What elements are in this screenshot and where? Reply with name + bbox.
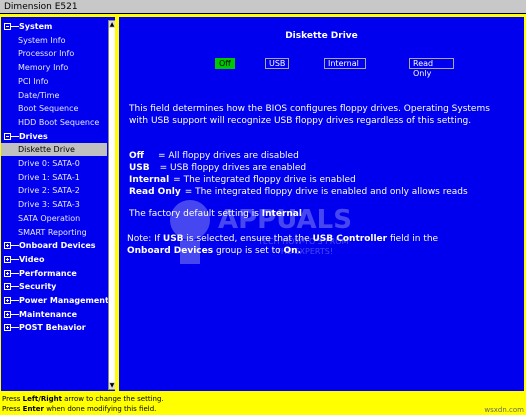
expand-plus-icon[interactable]	[4, 255, 11, 263]
window-titlebar: Dimension E521	[0, 0, 526, 14]
tree-label: Drives	[19, 131, 48, 141]
tree-category-performance[interactable]: Performance	[1, 267, 107, 280]
tree-label: Performance	[19, 268, 77, 278]
tree-label: Security	[19, 282, 57, 292]
expand-plus-icon[interactable]	[4, 310, 11, 318]
tree-category-post-behavior[interactable]: POST Behavior	[1, 321, 107, 334]
tree-label: HDD Boot Sequence	[18, 117, 100, 127]
window-title: Dimension E521	[4, 2, 78, 12]
default-setting-line: The factory default setting is Internal	[129, 209, 302, 219]
collapse-minus-icon[interactable]	[4, 23, 11, 30]
tree-item-sata-operation[interactable]: SATA Operation	[1, 212, 107, 225]
expand-plus-icon[interactable]	[4, 324, 11, 332]
expand-plus-icon[interactable]	[4, 297, 11, 304]
tree-label: Boot Sequence	[18, 104, 79, 114]
tree-label: Processor Info	[18, 49, 75, 59]
tree-label: SATA Operation	[18, 213, 81, 223]
tree-connector-line	[11, 327, 19, 329]
setting-description: This field determines how the BIOS confi…	[129, 104, 490, 126]
setup-tree-panel: POST Behavior Maintenance Power Management…	[1, 17, 115, 391]
tree-category-video[interactable]: Video	[1, 253, 107, 266]
site-watermark: wsxdn.com	[484, 406, 524, 414]
tree-label: Memory Info	[18, 63, 69, 73]
tree-label: Onboard Devices	[19, 241, 96, 251]
setting-detail-panel: Diskette Drive Off USB Internal Read Onl…	[119, 17, 524, 391]
tree-label: POST Behavior	[19, 323, 86, 333]
tree-item-boot-sequence[interactable]: Boot Sequence	[1, 102, 107, 115]
help-line-2: Press Enter when done modifying this fie…	[2, 405, 157, 413]
tree-label: Date/Time	[18, 90, 60, 100]
definition-usb: USB = USB floppy drives are enabled	[129, 163, 307, 173]
tree-item-date-time[interactable]: Date/Time	[1, 89, 107, 102]
definition-read-only: Read Only = The integrated floppy drive i…	[129, 187, 468, 197]
tree-item-drive-1-sata-1[interactable]: Drive 1: SATA-1	[1, 171, 107, 184]
scroll-down-arrow-icon[interactable]: ▼	[109, 382, 115, 389]
tree-item-hdd-boot-sequence[interactable]: HDD Boot Sequence	[1, 116, 107, 129]
tree-item-smart-reporting[interactable]: SMART Reporting	[1, 226, 107, 239]
tree-connector-line	[11, 258, 19, 260]
option-read-only[interactable]: Read Only	[409, 58, 454, 78]
tree-label: Drive 0: SATA-0	[18, 159, 80, 168]
definition-list: Off = All floppy drives are disabled USB =…	[129, 150, 499, 198]
tree-label: Video	[19, 254, 45, 264]
tree-category-maintenance[interactable]: Maintenance	[1, 308, 107, 321]
tree-item-system-info[interactable]: System Info	[1, 34, 107, 47]
tree-category-power-management[interactable]: Power Management	[1, 294, 109, 307]
tree-label: SMART Reporting	[18, 227, 87, 237]
tree-item-diskette-drive[interactable]: Diskette Drive	[1, 143, 107, 157]
tree-label: System	[19, 22, 53, 31]
tree-label: Diskette Drive	[18, 145, 75, 155]
tree-label: Power Management	[19, 296, 109, 305]
tree-connector-line	[11, 300, 19, 301]
tree-label: Drive 3: SATA-3	[18, 200, 80, 210]
tree-category-drives[interactable]: Drives	[1, 130, 107, 143]
tree-label: PCI Info	[18, 76, 49, 86]
tree-connector-line	[11, 286, 19, 288]
tree-connector-line	[11, 245, 19, 247]
collapse-minus-icon[interactable]	[4, 132, 11, 140]
tree-connector-line	[11, 26, 19, 27]
tree-label: Drive 2: SATA-2	[18, 186, 80, 196]
tree-item-processor-info[interactable]: Processor Info	[1, 47, 107, 60]
help-footer: Press Left/Right arrow to change the set…	[0, 394, 526, 415]
option-internal[interactable]: Internal	[324, 58, 366, 69]
tree-label: System Info	[18, 35, 66, 45]
tree-connector-line	[11, 313, 19, 315]
tree-item-drive-3-sata-3[interactable]: Drive 3: SATA-3	[1, 198, 107, 211]
scroll-up-arrow-icon[interactable]: ▲	[109, 21, 115, 28]
tree-connector-line	[11, 272, 19, 274]
tree-category-system[interactable]: System	[1, 20, 107, 33]
setting-heading: Diskette Drive	[285, 31, 358, 41]
usb-note: Note: If USB is selected, ensure that th…	[127, 234, 439, 256]
expand-plus-icon[interactable]	[4, 269, 11, 277]
definition-internal: Internal = The integrated floppy drive is…	[129, 175, 356, 185]
help-line-1: Press Left/Right arrow to change the set…	[2, 395, 164, 403]
expand-plus-icon[interactable]	[4, 283, 11, 291]
tree-item-pci-info[interactable]: PCI Info	[1, 75, 107, 88]
tree-category-onboard-devices[interactable]: Onboard Devices	[1, 239, 107, 252]
tree-item-memory-info[interactable]: Memory Info	[1, 61, 107, 74]
definition-off: Off = All floppy drives are disabled	[129, 151, 299, 161]
tree-category-security[interactable]: Security	[1, 280, 107, 293]
option-usb[interactable]: USB	[265, 58, 290, 69]
tree-connector-line	[11, 135, 19, 137]
tree-item-drive-2-sata-2[interactable]: Drive 2: SATA-2	[1, 184, 107, 197]
tree-scrollbar[interactable]: ▲ ▼	[108, 20, 115, 390]
tree-label: Maintenance	[19, 309, 78, 319]
tree-item-drive-0-sata-0[interactable]: Drive 0: SATA-0	[1, 157, 107, 170]
option-off[interactable]: Off	[215, 58, 235, 69]
tree-label: Drive 1: SATA-1	[18, 172, 80, 182]
expand-plus-icon[interactable]	[4, 242, 11, 250]
